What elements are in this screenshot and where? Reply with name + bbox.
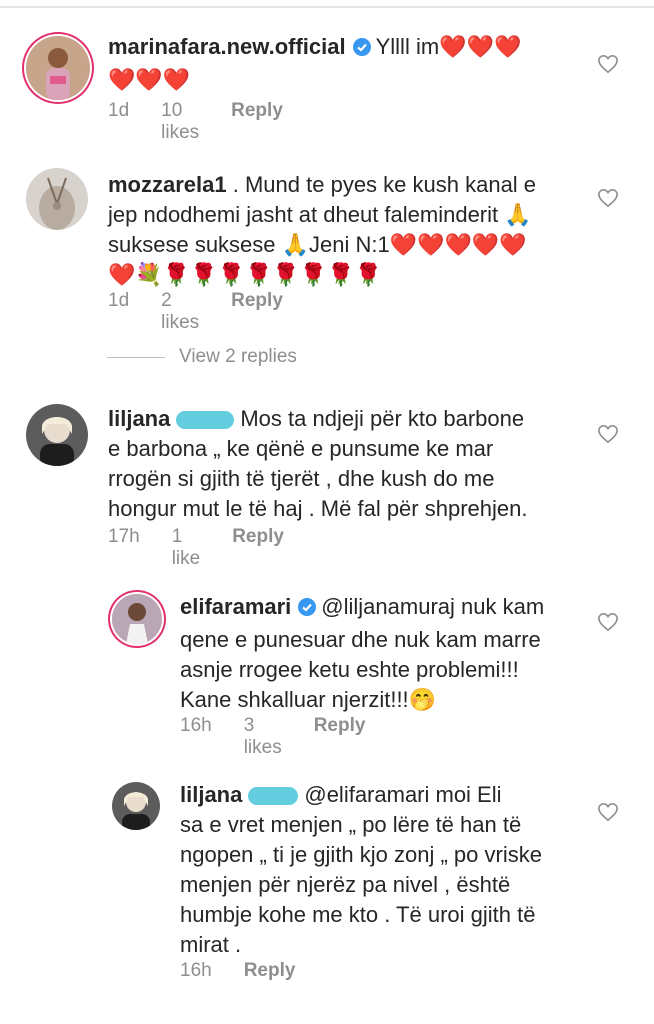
likes-count[interactable]: 10 likes — [161, 100, 199, 144]
heart-outline-icon[interactable] — [597, 188, 619, 208]
comment-time: 17h — [108, 526, 140, 547]
comment-text: Mos ta ndjeji për kto barbone — [240, 406, 525, 431]
comment-text-line: menjen për njerëz pa nivel , është — [180, 872, 511, 897]
username[interactable]: mozzarela1 — [108, 172, 227, 197]
comment-text-line: jep ndodhemi jasht at dheut faleminderit… — [108, 202, 532, 227]
comment-text: . Mund te pyes ke kush kanal e — [232, 172, 537, 197]
heart-outline-icon[interactable] — [597, 424, 619, 444]
comment-text-line: asnje rrogee ketu eshte problemi!!! — [180, 657, 519, 682]
likes-count[interactable]: 2 likes — [161, 290, 199, 334]
likes-count[interactable]: 1 like — [172, 526, 201, 570]
comment-text-line: ❤️💐🌹🌹🌹🌹🌹🌹🌹🌹 — [108, 262, 382, 287]
likes-count[interactable]: 3 likes — [244, 715, 282, 759]
comment-text-line: ngopen „ ti je gjith kjo zonj „ po vrisk… — [180, 842, 542, 867]
reply-button[interactable]: Reply — [231, 100, 283, 144]
comment-text-line: suksese suksese 🙏Jeni N:1❤️❤️❤️❤️❤️ — [108, 232, 527, 257]
comment-text-line: hongur mut le të haj . Më fal për shpreh… — [108, 496, 528, 521]
avatar[interactable] — [112, 594, 162, 644]
comment-time: 1d — [108, 100, 130, 121]
comment-text: Yllll im❤️❤️❤️ — [375, 34, 522, 59]
username[interactable]: elifaramari — [180, 594, 291, 619]
avatar[interactable] — [26, 404, 88, 466]
comment-text: @liljanamuraj nuk kam — [321, 594, 545, 619]
username[interactable]: marinafara.new.official — [108, 34, 346, 59]
comment-time: 16h — [180, 960, 212, 981]
reply-button[interactable]: Reply — [232, 526, 284, 570]
comment-text-line: e barbona „ ke qënë e punsume ke mar — [108, 436, 494, 461]
comment-text-line: ❤️❤️❤️ — [108, 67, 191, 92]
comment-text-line: qene e punesuar dhe nuk kam marre — [180, 627, 541, 652]
comment-time: 1d — [108, 290, 130, 311]
comment-text-line: rrogën si gjith të tjerët , dhe kush do … — [108, 466, 495, 491]
view-replies-label: View 2 replies — [179, 346, 297, 367]
avatar[interactable] — [112, 782, 160, 830]
redaction-scribble — [176, 411, 235, 430]
comment-text-line: mirat . — [180, 932, 242, 957]
view-replies-button[interactable]: View 2 replies — [107, 346, 297, 368]
comment-text-line: sa e vret menjen „ po lëre të han të — [180, 812, 522, 837]
avatar[interactable] — [26, 168, 88, 230]
redaction-scribble — [248, 787, 299, 806]
top-divider — [0, 6, 654, 8]
avatar[interactable] — [26, 36, 90, 100]
heart-outline-icon[interactable] — [597, 54, 619, 74]
heart-outline-icon[interactable] — [597, 802, 619, 822]
reply-button[interactable]: Reply — [231, 290, 283, 334]
username[interactable]: liljana — [108, 406, 170, 431]
comment-text-line: Kane shkalluar njerzit!!!🤭 — [180, 687, 437, 712]
replies-divider — [107, 356, 165, 358]
reply-button[interactable]: Reply — [244, 960, 296, 982]
username[interactable]: liljana — [180, 782, 242, 807]
heart-outline-icon[interactable] — [597, 612, 619, 632]
reply-button[interactable]: Reply — [314, 715, 366, 759]
verified-badge-icon — [297, 595, 317, 625]
comment-time: 16h — [180, 715, 212, 736]
comment-text-line: humbje kohe me kto . Të uroi gjith të — [180, 902, 536, 927]
verified-badge-icon — [352, 35, 372, 65]
comment-text: @elifaramari moi Eli — [304, 782, 502, 807]
